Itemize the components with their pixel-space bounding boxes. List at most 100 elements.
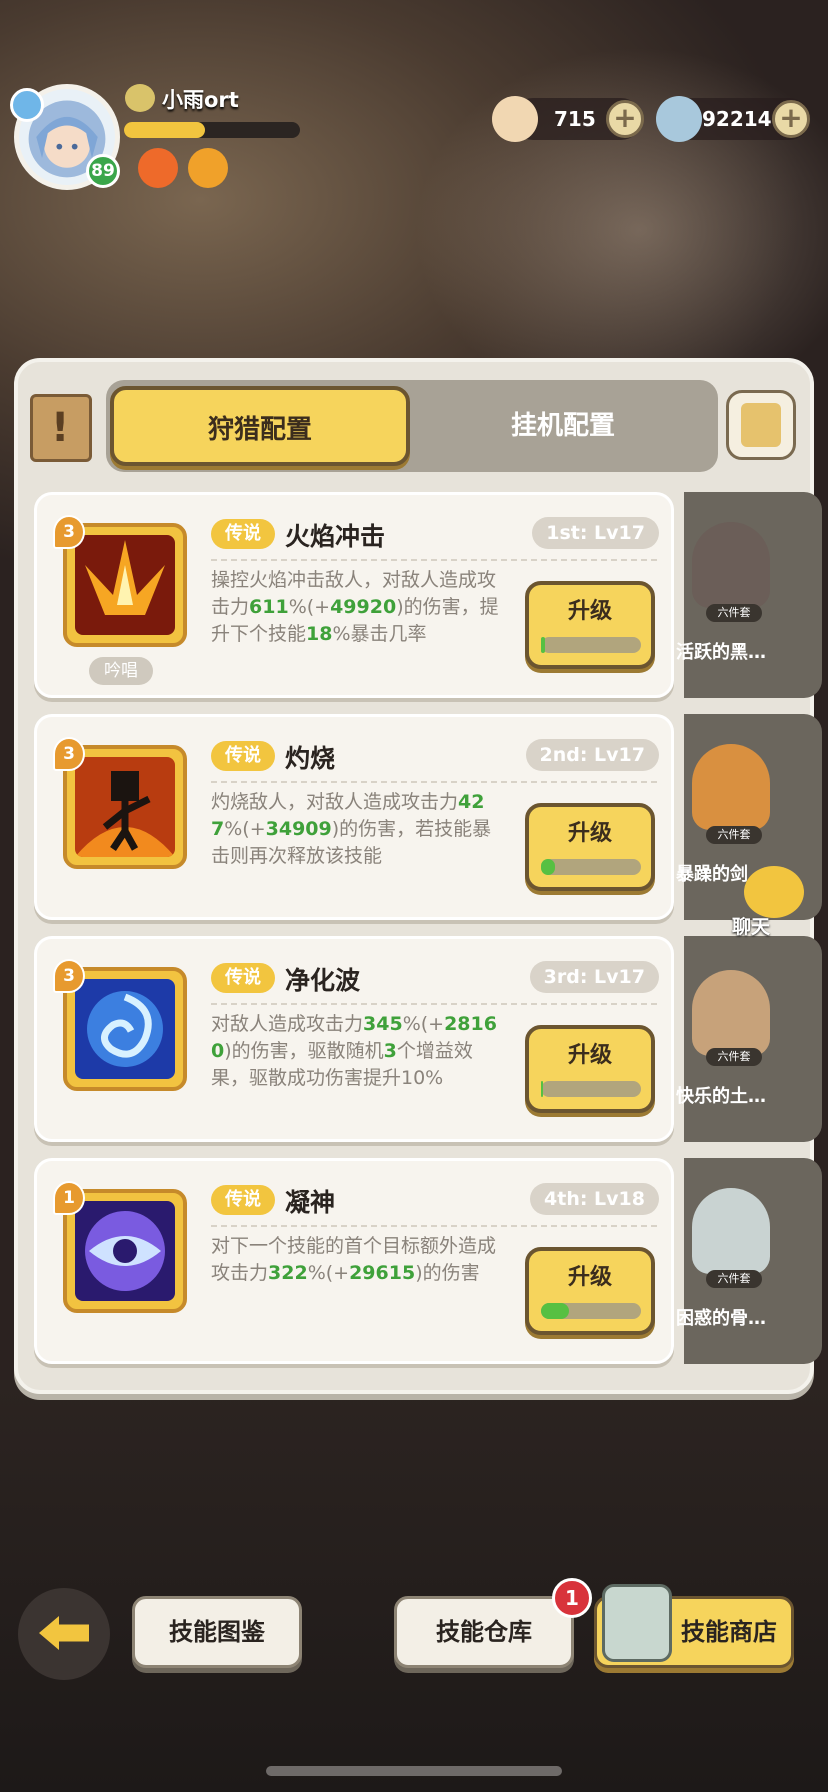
player-name: 小雨ort — [162, 88, 239, 112]
upgrade-progress-fill — [541, 859, 555, 875]
highlight-value: 29615 — [349, 1262, 416, 1284]
highlight-value: 34909 — [265, 818, 332, 840]
upgrade-progress-bar — [541, 1081, 641, 1097]
skill-slot-level: 3rd: Lv17 — [529, 961, 659, 993]
tab-hunt-config[interactable]: 狩猎配置 — [110, 386, 410, 466]
shell-icon — [492, 96, 538, 142]
upgrade-button[interactable]: 升级 — [525, 1247, 655, 1335]
add-shells-button[interactable]: + — [606, 100, 644, 138]
chat-label[interactable]: 聊天 — [732, 912, 770, 939]
highlight-value: 49920 — [330, 596, 397, 618]
upgrade-progress-bar — [541, 637, 641, 653]
divider — [211, 781, 657, 783]
set-name: 活跃的黑… — [676, 642, 766, 663]
skill-rank-badge: 3 — [53, 515, 85, 549]
upgrade-progress-fill — [541, 1303, 569, 1319]
skill-rank-badge: 3 — [53, 737, 85, 771]
rarity-tag: 传说 — [211, 741, 275, 771]
skill-description: 对敌人造成攻击力345%(+28160)的伤害，驱散随机3个增益效果，驱散成功伤… — [211, 1011, 507, 1092]
skill-rank-badge: 3 — [53, 959, 85, 993]
highlight-value: 345 — [363, 1013, 403, 1035]
set-piece-tag: 六件套 — [706, 1048, 762, 1066]
skill-art-icon — [75, 1201, 175, 1301]
skill-slot-level: 2nd: Lv17 — [525, 739, 659, 771]
buff-coin-icon[interactable] — [188, 148, 228, 188]
skill-title: 凝神 — [285, 1188, 336, 1217]
highlight-value: 3 — [383, 1040, 397, 1062]
skill-row: 3 吟唱 传说 火焰冲击 1st: Lv17 操控火焰冲击敌人，对敌人造成攻击力… — [34, 492, 822, 698]
skill-slot-level: 4th: Lv18 — [530, 1183, 659, 1215]
skill-card[interactable]: 3 吟唱 传说 火焰冲击 1st: Lv17 操控火焰冲击敌人，对敌人造成攻击力… — [34, 492, 674, 698]
highlight-value: 18 — [306, 623, 333, 645]
set-figure-icon — [692, 970, 770, 1056]
desc-text: 灼烧敌人，对敌人造成攻击力 — [211, 791, 459, 813]
upgrade-label: 升级 — [567, 599, 612, 624]
config-tabs: 狩猎配置 挂机配置 — [106, 380, 718, 472]
skill-row: 3 传说 灼烧 2nd: Lv17 灼烧敌人，对敌人造成攻击力427%(+349… — [34, 714, 822, 920]
desc-text: )的伤害 — [415, 1262, 480, 1284]
player-level-badge: 89 — [86, 154, 120, 188]
set-figure-icon — [692, 1188, 770, 1274]
skill-art-icon — [75, 535, 175, 635]
skill-codex-button[interactable]: 技能图鉴 — [132, 1596, 302, 1668]
desc-text: )的伤害，驱散随机 — [224, 1040, 384, 1062]
divider — [211, 1003, 657, 1005]
back-arrow-icon — [39, 1616, 89, 1650]
skill-row: 3 传说 净化波 3rd: Lv17 对敌人造成攻击力345%(+28160)的… — [34, 936, 822, 1142]
desc-text: %暴击几率 — [332, 623, 427, 645]
rarity-tag: 传说 — [211, 963, 275, 993]
card-hand-button[interactable] — [726, 390, 796, 460]
upgrade-button[interactable]: 升级 — [525, 803, 655, 891]
background-floor — [0, 1380, 828, 1792]
home-indicator[interactable] — [266, 1766, 562, 1776]
buff-flame-icon[interactable] — [138, 148, 178, 188]
desc-text: %(+ — [307, 1262, 350, 1284]
skill-art-icon — [75, 757, 175, 857]
desc-text: 对敌人造成攻击力 — [211, 1013, 364, 1035]
wand-icon — [10, 88, 44, 122]
skill-card[interactable]: 1 传说 凝神 4th: Lv18 对下一个技能的首个目标额外造成攻击力322%… — [34, 1158, 674, 1364]
upgrade-label: 升级 — [567, 821, 612, 846]
back-button[interactable] — [18, 1588, 110, 1680]
chant-tag: 吟唱 — [89, 657, 153, 685]
desc-text: %(+ — [288, 596, 331, 618]
notification-badge: 1 — [552, 1578, 592, 1618]
skill-art-icon — [75, 979, 175, 1079]
gem-icon — [656, 96, 702, 142]
set-figure-icon — [692, 522, 770, 608]
shop-icon — [602, 1584, 672, 1662]
skill-description: 对下一个技能的首个目标额外造成攻击力322%(+29615)的伤害 — [211, 1233, 507, 1287]
skill-title: 火焰冲击 — [285, 522, 386, 551]
skill-rank-badge: 1 — [53, 1181, 85, 1215]
set-name: 快乐的土… — [676, 1086, 766, 1107]
skill-slot-level: 1st: Lv17 — [532, 517, 659, 549]
desc-text: %(+ — [224, 818, 266, 840]
tab-idle-config[interactable]: 挂机配置 — [416, 386, 710, 466]
skill-title: 灼烧 — [285, 744, 336, 773]
upgrade-label: 升级 — [567, 1265, 612, 1290]
upgrade-progress-fill — [541, 637, 545, 653]
skill-title: 净化波 — [285, 966, 361, 995]
rarity-tag: 传说 — [211, 519, 275, 549]
hand-card-icon — [741, 403, 781, 447]
upgrade-button[interactable]: 升级 — [525, 1025, 655, 1113]
upgrade-button[interactable]: 升级 — [525, 581, 655, 669]
upgrade-progress-bar — [541, 859, 641, 875]
upgrade-progress-fill — [541, 1081, 543, 1097]
skill-card[interactable]: 3 传说 净化波 3rd: Lv17 对敌人造成攻击力345%(+28160)的… — [34, 936, 674, 1142]
set-name: 困惑的骨… — [676, 1308, 766, 1329]
highlight-value: 322 — [268, 1262, 308, 1284]
skill-storage-button[interactable]: 技能仓库 — [394, 1596, 574, 1668]
upgrade-label: 升级 — [567, 1043, 612, 1068]
chat-icon[interactable] — [744, 866, 804, 918]
add-gems-button[interactable]: + — [772, 100, 810, 138]
set-piece-tag: 六件套 — [706, 1270, 762, 1288]
divider — [211, 559, 657, 561]
skill-row: 1 传说 凝神 4th: Lv18 对下一个技能的首个目标额外造成攻击力322%… — [34, 1158, 822, 1364]
skill-card[interactable]: 3 传说 灼烧 2nd: Lv17 灼烧敌人，对敌人造成攻击力427%(+349… — [34, 714, 674, 920]
scroll-icon[interactable] — [30, 394, 92, 462]
highlight-value: 611 — [249, 596, 289, 618]
divider — [211, 1225, 657, 1227]
skill-description: 操控火焰冲击敌人，对敌人造成攻击力611%(+49920)的伤害，提升下个技能1… — [211, 567, 507, 648]
set-piece-tag: 六件套 — [706, 604, 762, 622]
